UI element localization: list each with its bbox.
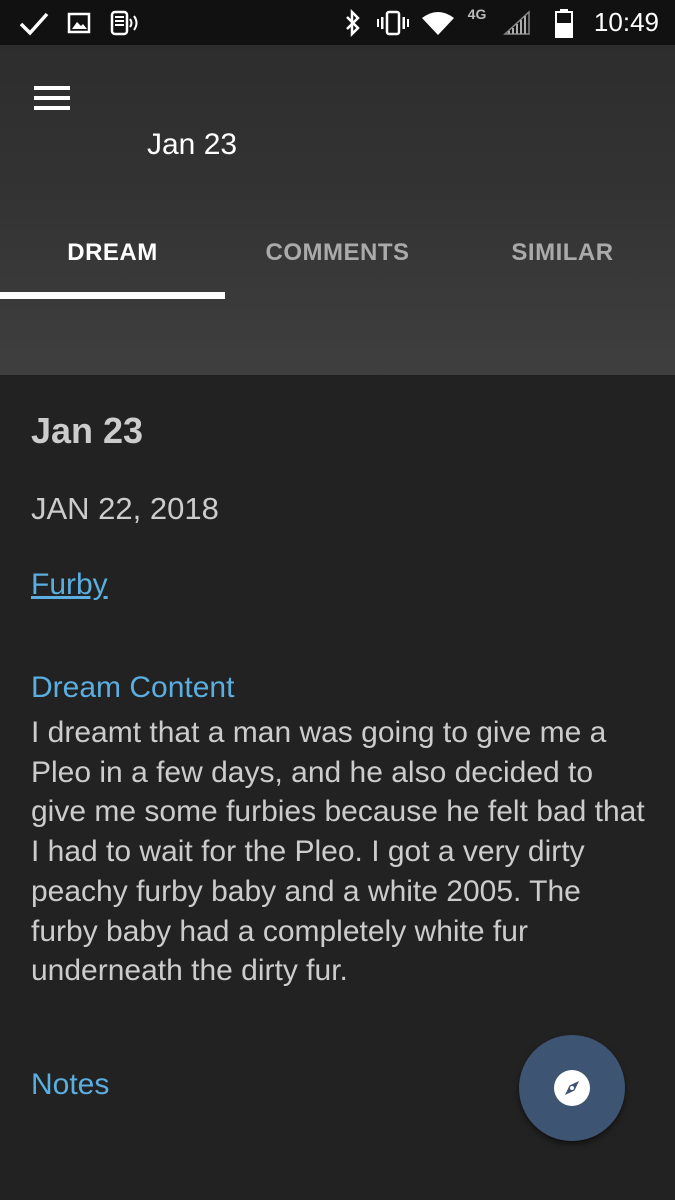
network-type-label: 4G [467, 6, 487, 22]
app-bar: Jan 23 DREAM COMMENTS SIMILAR [0, 45, 675, 375]
dream-title: Jan 23 [31, 410, 144, 451]
page-title: Jan 23 [147, 128, 238, 161]
check-icon [16, 0, 52, 45]
status-time: 10:49 [593, 7, 659, 37]
tab-bar: DREAM COMMENTS SIMILAR [0, 205, 675, 300]
hamburger-menu-icon[interactable] [22, 73, 82, 123]
active-tab-indicator [0, 292, 225, 299]
tab-dream[interactable]: DREAM [0, 205, 225, 300]
dream-content-label: Dream Content [31, 671, 235, 704]
signal-icon [502, 0, 532, 45]
tab-similar[interactable]: SIMILAR [450, 205, 675, 300]
dream-date: JAN 22, 2018 [31, 491, 219, 526]
bluetooth-icon [342, 0, 364, 45]
notes-label: Notes [31, 1068, 110, 1101]
dream-content-text: I dreamt that a man was going to give me… [31, 716, 645, 988]
image-icon [65, 0, 93, 45]
status-bar: 4G 10:49 [0, 0, 675, 45]
compass-icon [552, 1068, 592, 1108]
tab-comments[interactable]: COMMENTS [225, 205, 450, 300]
explore-button[interactable] [519, 1035, 625, 1141]
vibrate-icon [375, 0, 411, 45]
battery-icon [552, 0, 576, 45]
wifi-icon [420, 0, 456, 45]
voicemail-icon [108, 0, 142, 45]
tag-link-furby[interactable]: Furby [31, 565, 108, 605]
